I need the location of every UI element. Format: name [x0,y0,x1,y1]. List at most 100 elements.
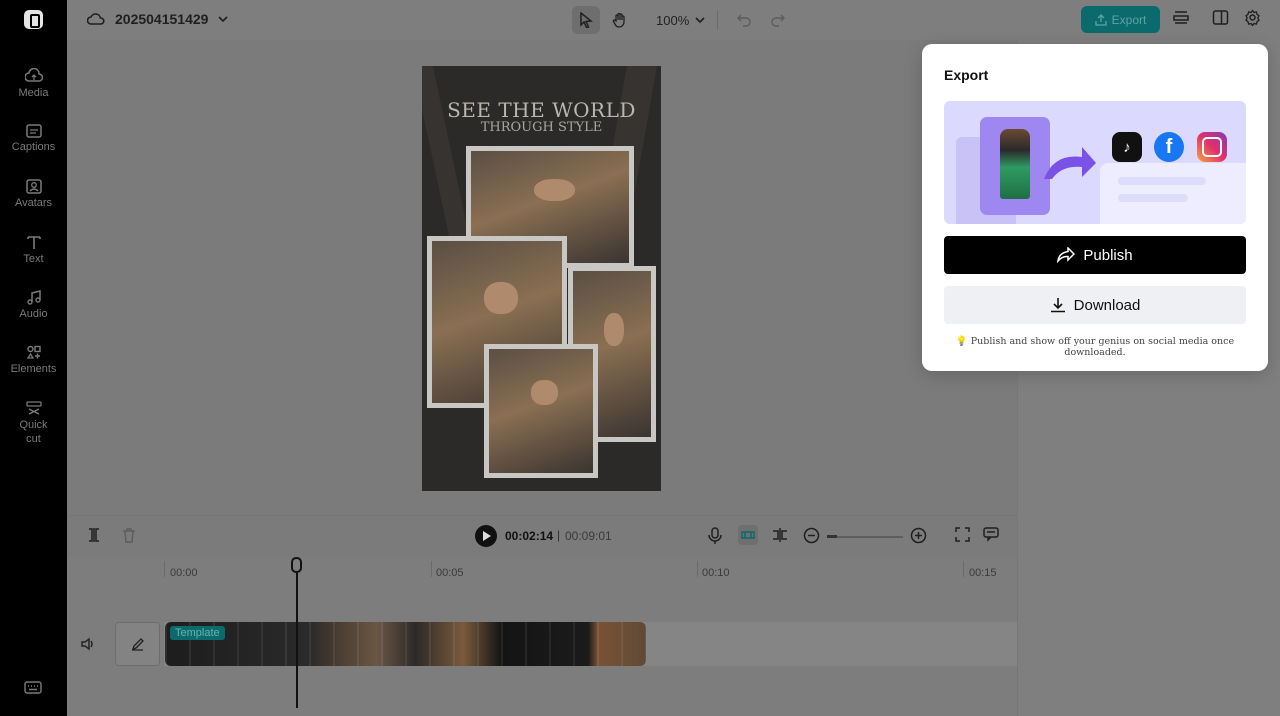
chevron-down-icon [218,16,229,23]
ruler-label: 00:15 [969,567,997,579]
cloud-icon [87,13,105,25]
playback-controls: 00:02:14 | 00:09:01 [67,515,1017,557]
keyboard-icon[interactable] [24,681,42,695]
publish-button[interactable]: Publish [944,236,1246,274]
download-icon [1050,298,1065,313]
ruler-tick [697,561,698,577]
quick-cut-icon [25,401,42,415]
hand-tool-button[interactable] [606,6,634,34]
export-hint: 💡 Publish and show off your genius on so… [955,336,1235,358]
upload-icon [1095,13,1107,26]
project-switcher[interactable]: 202504151429 [87,11,229,27]
share-icon [1057,247,1076,263]
timeline-zoom-slider[interactable] [827,536,903,538]
zoom-select[interactable]: 100% [656,13,705,28]
tiktok-icon: ♪ [1112,132,1142,162]
sidebar-item-label: Audio [19,308,48,320]
play-button[interactable] [475,525,497,547]
undo-button[interactable] [730,6,758,34]
select-tool-button[interactable] [572,6,600,34]
canvas-title: SEE THE WORLD [447,98,636,122]
magnet-snap-icon[interactable] [738,525,758,545]
text-icon [26,236,41,249]
sidebar-item-text[interactable]: Text [0,235,67,265]
sidebar-item-label: Quick [19,419,48,431]
total-duration: 00:09:01 [565,529,612,543]
collage-photo [484,344,598,478]
zoom-out-icon[interactable] [803,527,820,544]
music-note-icon [26,290,41,305]
ruler-tick [164,561,165,577]
download-button[interactable]: Download [944,286,1246,324]
avatar-icon [25,179,42,194]
sidebar-item-captions[interactable]: Captions [0,124,67,153]
hand-icon [612,12,625,28]
microphone-icon[interactable] [708,527,722,545]
export-button[interactable]: Export [1081,6,1160,33]
export-button-label: Export [1111,12,1147,27]
volume-icon[interactable] [81,637,95,651]
download-button-label: Download [1073,296,1141,314]
captions-icon [25,124,42,138]
panel-layout-icon[interactable] [1212,9,1229,26]
canvas-tools: 100% [572,6,792,34]
sidebar-item-avatars[interactable]: Avatars [0,179,67,209]
sidebar-item-audio[interactable]: Audio [0,290,67,320]
sidebar-item-media[interactable]: Media [0,68,67,99]
timeline-zoom-slider-fill [827,535,837,538]
playhead[interactable] [296,571,298,708]
canvas-subtitle: THROUGH STYLE [480,120,603,135]
cloud-upload-icon [24,68,43,82]
export-popup: Export ♪ f Publish Download 💡 Publish an… [922,44,1268,371]
facebook-icon: f [1154,132,1184,162]
template-clip[interactable]: Template [165,622,646,666]
sidebar-item-label: Captions [11,141,56,153]
comment-icon[interactable] [983,527,999,542]
split-icon[interactable] [87,527,101,543]
illustration-line [1118,177,1206,185]
sidebar-item-label: Media [18,87,49,99]
zoom-value: 100% [656,12,690,28]
split-clip-icon[interactable] [771,527,789,543]
popup-title: Export [944,67,989,83]
chevron-down-icon [695,17,705,24]
instagram-icon [1197,132,1227,162]
clip-tag: Template [170,626,225,640]
publish-button-label: Publish [1083,246,1133,264]
sidebar-item-label: Elements [10,363,57,375]
redo-icon [771,14,786,27]
undo-icon [737,14,751,27]
app-logo[interactable] [24,10,43,29]
background-pillar [422,66,472,246]
share-arrow-icon [1044,147,1096,179]
illustration-person [1000,129,1030,199]
timeline[interactable]: 00:00 00:05 00:10 00:15 Template [67,557,1017,716]
project-name: 202504151429 [115,11,209,27]
sidebar-item-elements[interactable]: Elements [0,345,67,375]
time-separator: | [557,528,561,542]
toolbar-divider [717,11,719,29]
left-sidebar: Media Captions Avatars Text Audio Elemen… [0,0,67,716]
sidebar-item-label: Avatars [14,197,53,209]
layers-icon[interactable] [1172,9,1190,27]
pencil-icon [131,637,144,651]
sidebar-item-quick-cut[interactable]: Quick cut [0,400,67,446]
ruler-label: 00:10 [702,567,730,579]
zoom-in-icon[interactable] [910,527,927,544]
fullscreen-icon[interactable] [955,527,970,542]
cursor-icon [580,12,593,28]
illustration-line [1118,194,1188,202]
ruler-label: 00:05 [436,567,464,579]
sidebar-item-label: cut [26,433,41,445]
sidebar-item-label: Text [23,253,44,265]
export-banner-illustration: ♪ f [944,101,1246,224]
elements-icon [26,345,41,359]
redo-button[interactable] [764,6,792,34]
video-canvas[interactable]: SEE THE WORLD THROUGH STYLE [422,66,661,491]
edit-track-button[interactable] [115,622,160,666]
current-time: 00:02:14 [505,529,554,543]
clip-thumbnails [165,622,646,666]
trash-icon[interactable] [122,527,136,543]
gear-icon[interactable] [1244,9,1261,26]
top-toolbar: 202504151429 100% Export [67,0,1280,40]
